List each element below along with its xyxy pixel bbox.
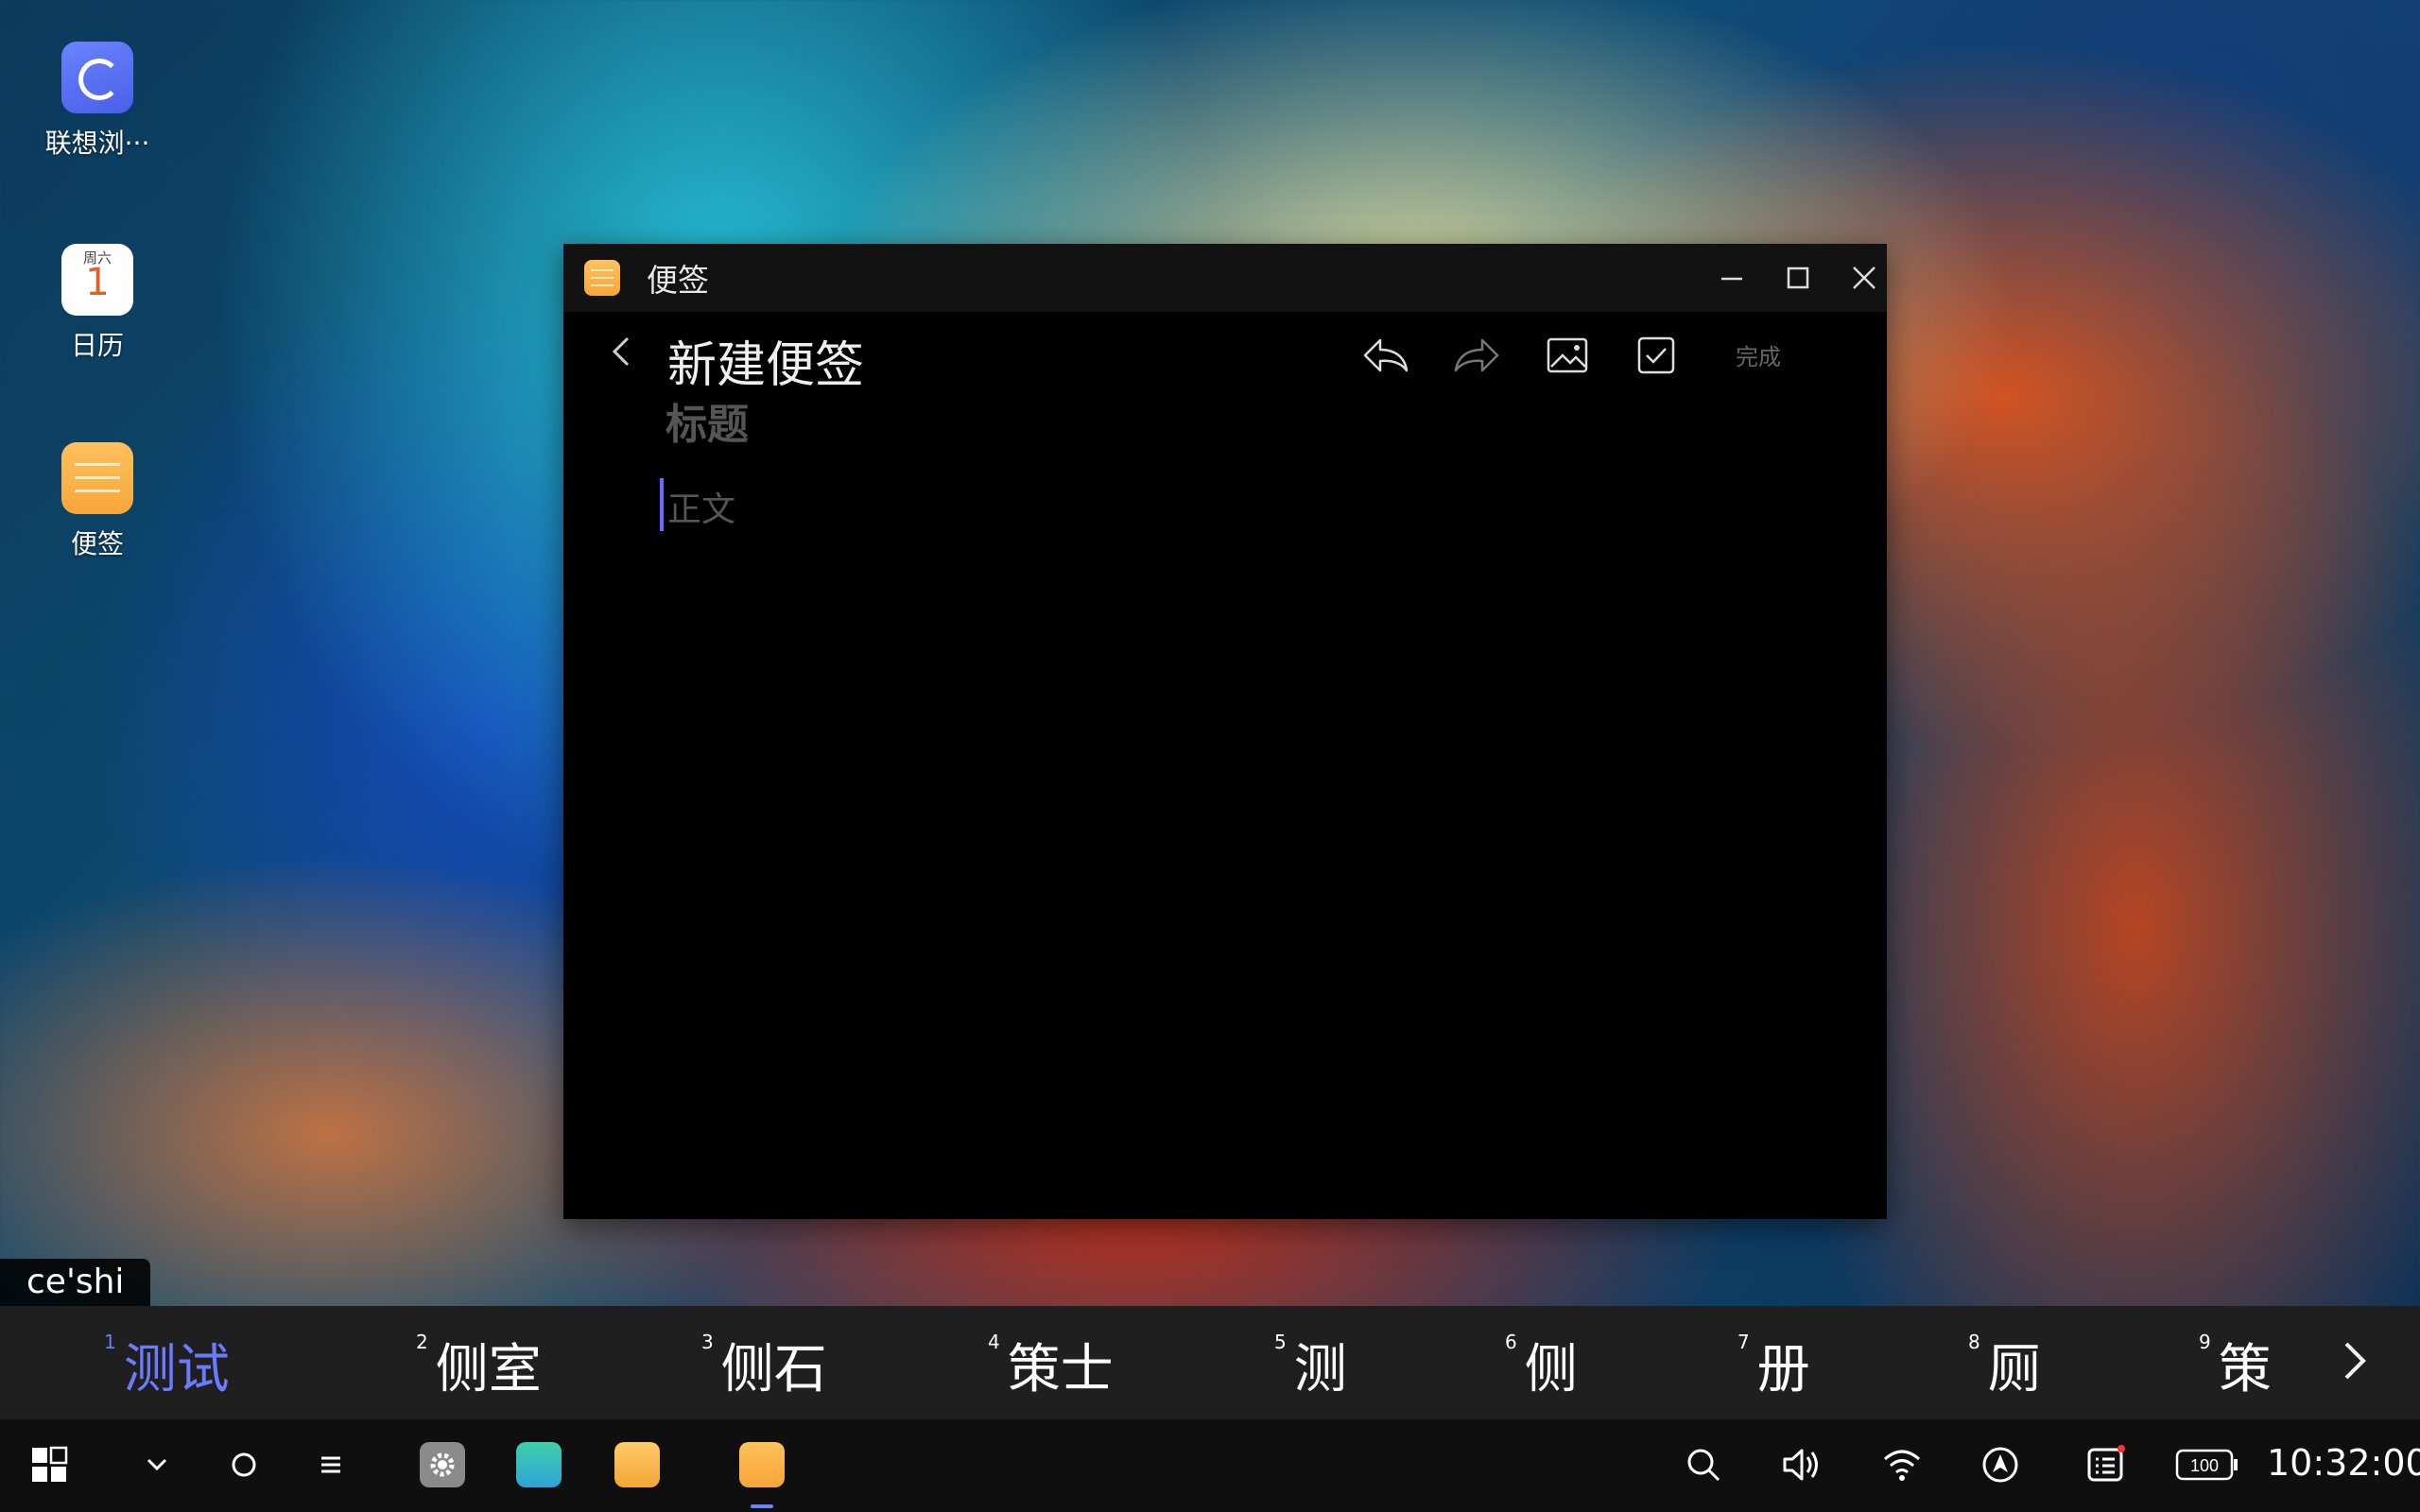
sticky-notes-icon xyxy=(584,260,620,296)
ime-candidate[interactable]: 2 侧室 xyxy=(416,1327,542,1403)
taskbar-app-notes[interactable] xyxy=(735,1438,788,1491)
start-button[interactable] xyxy=(23,1438,76,1491)
candidate-index: 7 xyxy=(1737,1331,1750,1353)
checkbox-icon xyxy=(1637,336,1675,374)
candidate-index: 6 xyxy=(1505,1331,1517,1353)
chevron-right-icon xyxy=(2344,1342,2366,1380)
back-nav-button[interactable] xyxy=(130,1438,183,1491)
close-button[interactable] xyxy=(1843,257,1885,299)
close-icon xyxy=(1853,266,1876,289)
calendar-icon: 周六 1 xyxy=(61,244,133,316)
back-button[interactable] xyxy=(603,329,641,376)
circle-icon xyxy=(232,1452,256,1477)
ime-candidate[interactable]: 7册 xyxy=(1737,1327,1810,1403)
desktop-icon-label: 日历 xyxy=(70,330,124,361)
ime-next-page-button[interactable] xyxy=(2335,1332,2373,1389)
taskbar-app-store[interactable] xyxy=(512,1438,565,1491)
desktop-icon-label: 便签 xyxy=(70,528,124,559)
search-button[interactable] xyxy=(1677,1438,1730,1491)
taskbar-app-settings[interactable] xyxy=(416,1438,469,1491)
ime-candidate[interactable]: 6侧 xyxy=(1505,1327,1578,1403)
candidate-text: 册 xyxy=(1756,1339,1810,1400)
candidate-text: 侧石 xyxy=(720,1339,827,1400)
image-icon xyxy=(1547,337,1588,373)
desktop-icon-calendar[interactable]: 周六 1 日历 xyxy=(26,244,168,363)
start-grid-icon xyxy=(32,1446,68,1482)
recents-nav-button[interactable] xyxy=(304,1438,357,1491)
notes-window: 便签 新建便签 完成 标题 正文 xyxy=(563,244,1887,1219)
running-indicator xyxy=(751,1504,773,1508)
insert-image-button[interactable] xyxy=(1539,327,1596,384)
page-title: 新建便签 xyxy=(667,337,865,394)
location-button[interactable] xyxy=(1974,1438,2027,1491)
sticky-notes-icon xyxy=(739,1442,785,1487)
clock[interactable]: 10:32:00 xyxy=(2267,1442,2420,1484)
minimize-button[interactable] xyxy=(1711,257,1753,299)
search-icon xyxy=(1687,1449,1720,1482)
desktop-icon-notes[interactable]: 便签 xyxy=(26,442,168,561)
undo-button[interactable] xyxy=(1357,327,1414,384)
notification-list-icon xyxy=(2087,1445,2125,1482)
chevron-down-icon xyxy=(147,1458,167,1471)
ime-candidate[interactable]: 1 测试 xyxy=(104,1327,230,1403)
minimize-icon xyxy=(1721,277,1742,281)
ime-candidate[interactable]: 9策 xyxy=(2199,1327,2272,1403)
maximize-icon xyxy=(1787,266,1809,289)
candidate-text: 侧 xyxy=(1524,1339,1578,1400)
done-button[interactable]: 完成 xyxy=(1736,338,1781,371)
note-toolbar: 新建便签 完成 xyxy=(563,312,1887,397)
battery-indicator[interactable]: 100 xyxy=(2174,1438,2240,1491)
candidate-index: 2 xyxy=(416,1331,428,1353)
ime-candidate-bar: 1 测试 2 侧室 3 侧石 4 策士 5测 6侧 7册 8厕 9策 xyxy=(0,1306,2420,1419)
ime-candidate[interactable]: 5测 xyxy=(1274,1327,1347,1403)
maximize-button[interactable] xyxy=(1777,257,1819,299)
home-nav-button[interactable] xyxy=(217,1438,270,1491)
candidate-text: 策士 xyxy=(1007,1339,1114,1400)
note-body-field[interactable]: 正文 xyxy=(667,482,735,531)
volume-button[interactable] xyxy=(1775,1438,1828,1491)
ime-candidate[interactable]: 8厕 xyxy=(1968,1327,2041,1403)
menu-icon xyxy=(321,1456,340,1473)
speaker-icon xyxy=(1783,1449,1818,1481)
candidate-text: 测试 xyxy=(123,1339,230,1400)
checklist-button[interactable] xyxy=(1628,327,1685,384)
candidate-index: 8 xyxy=(1968,1331,1980,1353)
candidate-index: 5 xyxy=(1274,1331,1287,1353)
candidate-index: 3 xyxy=(701,1331,714,1353)
note-title-field[interactable]: 标题 xyxy=(666,390,749,451)
battery-icon: 100 xyxy=(2175,1449,2238,1481)
battery-level: 100 xyxy=(2190,1456,2219,1475)
sticky-notes-icon xyxy=(61,442,133,514)
undo-icon xyxy=(1363,338,1409,372)
taskbar-app-files[interactable] xyxy=(611,1438,664,1491)
settings-gear-icon xyxy=(420,1442,465,1487)
candidate-index: 9 xyxy=(2199,1331,2211,1353)
text-cursor xyxy=(660,478,664,531)
folder-icon xyxy=(614,1442,660,1487)
candidate-text: 侧室 xyxy=(435,1339,542,1400)
browser-icon xyxy=(61,42,133,113)
window-title: 便签 xyxy=(647,262,709,299)
notification-center-button[interactable] xyxy=(2080,1438,2133,1491)
wifi-button[interactable] xyxy=(1876,1438,1928,1491)
ime-candidate[interactable]: 4 策士 xyxy=(988,1327,1114,1403)
redo-button[interactable] xyxy=(1448,327,1505,384)
app-store-icon xyxy=(516,1442,562,1487)
taskbar: 100 10:32:00 xyxy=(0,1419,2420,1512)
calendar-day: 1 xyxy=(85,261,110,304)
candidate-index: 1 xyxy=(104,1331,116,1353)
desktop-icon-browser[interactable]: 联想浏··· xyxy=(26,42,168,161)
candidate-index: 4 xyxy=(988,1331,1000,1353)
candidate-text: 厕 xyxy=(1987,1339,2041,1400)
redo-icon xyxy=(1454,338,1499,372)
desktop-icon-label: 联想浏··· xyxy=(44,128,150,159)
wifi-icon xyxy=(1884,1450,1920,1481)
chevron-left-icon xyxy=(612,336,630,367)
ime-candidate[interactable]: 3 侧石 xyxy=(701,1327,827,1403)
ime-pinyin-composition: ce'shi xyxy=(0,1259,151,1306)
navigation-icon xyxy=(1982,1447,2018,1483)
window-titlebar[interactable]: 便签 xyxy=(563,244,1887,312)
candidate-text: 测 xyxy=(1293,1339,1347,1400)
candidate-text: 策 xyxy=(2218,1339,2272,1400)
